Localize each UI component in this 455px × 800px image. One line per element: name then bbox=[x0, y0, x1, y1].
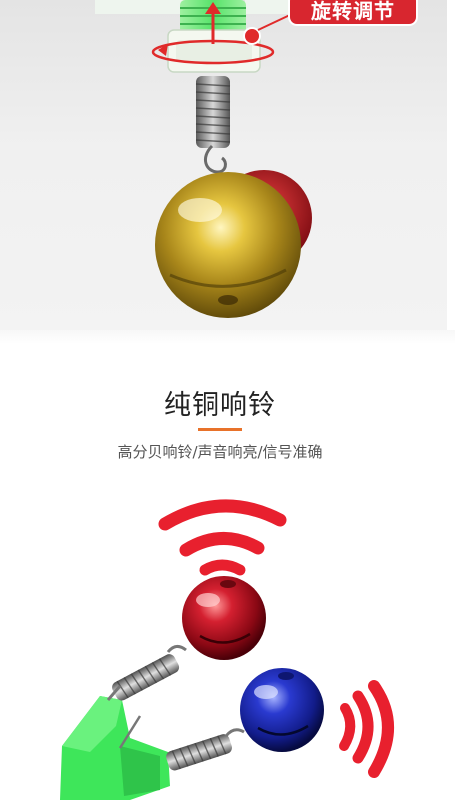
product-photo-closeup: 旋转调节 bbox=[0, 0, 447, 330]
blue-bell-icon bbox=[240, 668, 324, 752]
product-detail-page: 旋转调节 纯铜响铃 高分贝响铃/声音响亮/信号准确 bbox=[0, 0, 455, 800]
section-divider bbox=[0, 330, 455, 344]
bells-illustration bbox=[0, 490, 455, 800]
bells-image bbox=[60, 499, 394, 800]
sound-wave-right-icon bbox=[339, 680, 394, 778]
feature-title: 纯铜响铃 bbox=[164, 390, 276, 421]
feature-subtitle: 高分贝响铃/声音响亮/信号准确 bbox=[117, 443, 323, 461]
rotate-adjust-badge: 旋转调节 bbox=[290, 0, 416, 24]
gold-bell-closeup-image bbox=[95, 0, 312, 318]
red-bell-icon bbox=[182, 576, 266, 660]
title-underline bbox=[198, 428, 242, 431]
sound-wave-top-icon bbox=[158, 499, 287, 576]
